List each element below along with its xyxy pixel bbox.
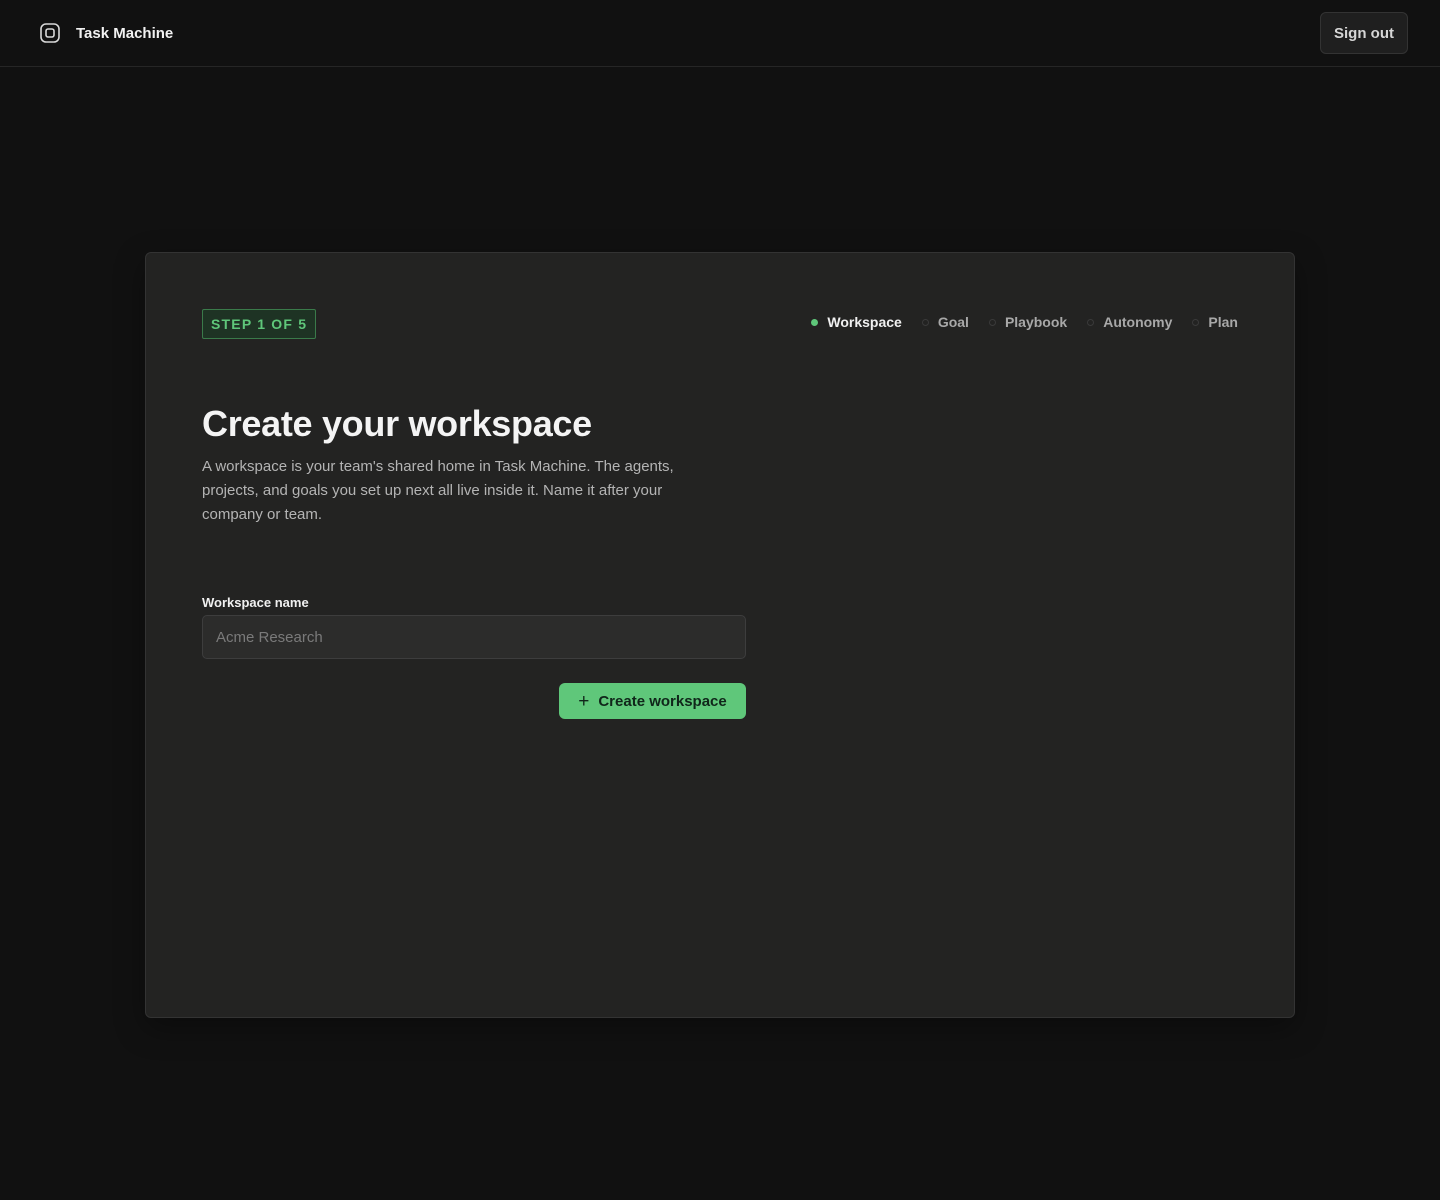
step-dot-icon xyxy=(988,318,996,326)
workspace-name-label: Workspace name xyxy=(202,595,309,610)
onboarding-card: STEP 1 OF 5 Workspace Goal Playbook Auto… xyxy=(145,252,1295,1018)
create-workspace-label: Create workspace xyxy=(598,692,727,710)
step-plan[interactable]: Plan xyxy=(1192,314,1238,330)
step-workspace[interactable]: Workspace xyxy=(811,314,902,330)
workspace-name-input[interactable] xyxy=(202,615,746,659)
step-label: Playbook xyxy=(1004,314,1068,330)
step-label: Autonomy xyxy=(1103,314,1173,330)
step-dot-icon xyxy=(1087,318,1095,326)
page-description: A workspace is your team's shared home i… xyxy=(202,458,674,523)
brand[interactable]: Task Machine xyxy=(40,23,173,43)
stepper: Workspace Goal Playbook Autonomy Plan xyxy=(811,314,1238,330)
create-workspace-button[interactable]: + Create workspace xyxy=(559,683,746,719)
step-dot-icon xyxy=(1192,318,1200,326)
step-label: Plan xyxy=(1208,314,1238,330)
step-label: Workspace xyxy=(827,314,902,330)
step-playbook[interactable]: Playbook xyxy=(988,314,1068,330)
step-autonomy[interactable]: Autonomy xyxy=(1087,314,1172,330)
plus-icon: + xyxy=(578,690,590,712)
step-dot-icon xyxy=(921,318,929,326)
square-chip-icon xyxy=(40,23,60,43)
top-bar: Task Machine Sign out xyxy=(0,0,1440,67)
app-name: Task Machine xyxy=(76,24,174,42)
step-label: Goal xyxy=(937,314,969,330)
sign-out-button[interactable]: Sign out xyxy=(1320,12,1408,54)
step-dot-active-icon xyxy=(811,318,819,326)
page-title: Create your workspace xyxy=(202,403,592,444)
step-goal[interactable]: Goal xyxy=(921,314,969,330)
step-badge: STEP 1 OF 5 xyxy=(202,309,317,339)
